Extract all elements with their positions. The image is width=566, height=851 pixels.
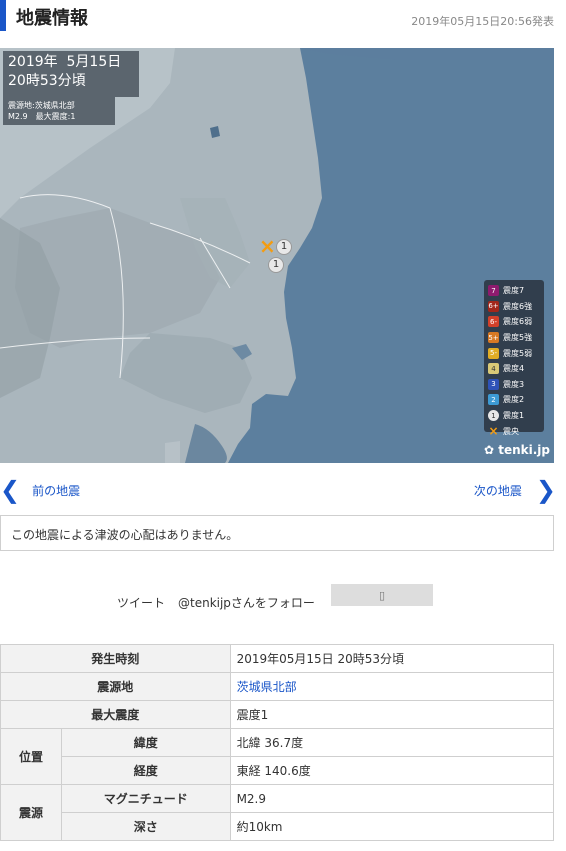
legend-item: × 震央: [488, 423, 540, 439]
longitude-value: 東経 140.6度: [229, 756, 555, 785]
legend-swatch-icon: 2: [488, 394, 499, 406]
map-magnitude-line: M2.9 最大震度:1: [8, 112, 76, 121]
legend-label: 震度5強: [503, 333, 533, 343]
epicenter-link[interactable]: 茨城県北部: [229, 672, 555, 701]
source-label: 震源: [0, 784, 62, 841]
follow-button[interactable]: @tenkijpさんをフォロー: [178, 594, 315, 611]
legend-swatch-icon: 7: [488, 285, 499, 297]
legend-label: 震度4: [503, 364, 525, 374]
latitude-value: 北緯 36.7度: [229, 728, 555, 757]
earthquake-map: 2019年 5月15日 20時53分頃 震源地:茨城県北部 M2.9 最大震度:…: [0, 48, 554, 463]
magnitude-value: M2.9: [229, 784, 555, 813]
table-row: 経度 東経 140.6度: [1, 756, 555, 785]
occurrence-time-value: 2019年05月15日 20時53分頃: [229, 644, 555, 673]
table-row: 震源 マグニチュード M2.9: [0, 784, 555, 841]
next-quake-label[interactable]: 次の地震: [474, 482, 522, 499]
tenki-logo-text: tenki.jp: [498, 443, 551, 457]
legend-label: 震度6強: [503, 301, 533, 311]
legend-swatch-icon: 3: [488, 378, 499, 390]
broken-image-icon: ▯: [378, 588, 386, 602]
table-row: 深さ 約10km: [1, 812, 555, 841]
legend-item: 4 震度4: [488, 361, 540, 377]
legend-item: 3 震度3: [488, 377, 540, 393]
latitude-label: 緯度: [60, 728, 231, 757]
tweet-button[interactable]: ツイート: [117, 594, 165, 611]
legend-item: 5- 震度5弱: [488, 345, 540, 361]
page-header: 地震情報 2019年05月15日20:56発表: [0, 0, 566, 40]
title-accent-bar: [0, 0, 6, 31]
map-date: 2019年 5月15日: [8, 54, 122, 70]
table-row: 最大震度 震度1: [0, 700, 555, 729]
legend-item: 6+ 震度6強: [488, 299, 540, 315]
legend-label: 震度7: [503, 286, 525, 296]
legend-label: 震度6弱: [503, 317, 533, 327]
legend-label: 震度3: [503, 379, 525, 389]
longitude-label: 経度: [60, 756, 231, 785]
legend-item: 2 震度2: [488, 392, 540, 408]
intensity-marker-1: 1: [276, 239, 292, 255]
table-row: 震源地 茨城県北部: [0, 672, 555, 701]
intensity-marker-2: 1: [268, 257, 284, 273]
max-intensity-value: 震度1: [229, 700, 555, 729]
legend-swatch-icon: 4: [488, 363, 499, 375]
chevron-left-icon: ❮: [0, 476, 21, 504]
depth-value: 約10km: [229, 812, 555, 841]
legend-swatch-icon: 6-: [488, 316, 499, 328]
next-quake-link[interactable]: 次の地震 ❯: [474, 478, 556, 502]
page-title: 地震情報: [16, 8, 88, 29]
legend-item: 6- 震度6弱: [488, 314, 540, 330]
position-label: 位置: [0, 728, 62, 785]
legend-item: 1 震度1: [488, 408, 540, 424]
intensity-legend: 7 震度7 6+ 震度6強 6- 震度6弱 5+ 震度5強 5- 震度5弱 4 …: [484, 280, 544, 438]
map-time: 20時53分頃: [8, 73, 86, 89]
epicenter-marker-icon: ×: [259, 234, 276, 258]
epicenter-label: 震源地: [0, 672, 231, 701]
magnitude-label: マグニチュード: [60, 784, 231, 813]
tenki-logo: ✿ tenki.jp: [484, 443, 550, 457]
legend-item: 5+ 震度5強: [488, 330, 540, 346]
legend-swatch-icon: 5+: [488, 332, 499, 344]
social-buttons: ツイート @tenkijpさんをフォロー ▯: [0, 584, 566, 611]
earthquake-details-table: 発生時刻 2019年05月15日 20時53分頃 震源地 茨城県北部 最大震度 …: [0, 644, 555, 841]
max-intensity-label: 最大震度: [0, 700, 231, 729]
legend-label: 震度5弱: [503, 348, 533, 358]
legend-label: 震度1: [503, 411, 525, 421]
chevron-right-icon: ❯: [535, 476, 556, 504]
map-sub-caption: 震源地:茨城県北部 M2.9 最大震度:1: [3, 97, 115, 125]
legend-label: 震央: [503, 426, 519, 436]
legend-item: 7 震度7: [488, 283, 540, 299]
occurrence-time-label: 発生時刻: [0, 644, 231, 673]
legend-label: 震度2: [503, 395, 525, 405]
epicenter-legend-icon: ×: [488, 424, 499, 439]
legend-swatch-icon: 1: [488, 410, 499, 422]
gear-logo-icon: ✿: [484, 443, 499, 457]
legend-swatch-icon: 6+: [488, 300, 499, 312]
social-widget-placeholder[interactable]: ▯: [331, 584, 433, 606]
prev-quake-link[interactable]: ❮ 前の地震: [0, 478, 80, 502]
published-timestamp: 2019年05月15日20:56発表: [411, 15, 554, 28]
table-row: 発生時刻 2019年05月15日 20時53分頃: [0, 644, 555, 673]
map-epicenter-line: 震源地:茨城県北部: [8, 101, 75, 110]
quake-navigation: ❮ 前の地震 次の地震 ❯: [0, 474, 566, 506]
table-row: 位置 緯度 北緯 36.7度: [0, 728, 555, 785]
legend-swatch-icon: 5-: [488, 347, 499, 359]
depth-label: 深さ: [60, 812, 231, 841]
tsunami-notice: この地震による津波の心配はありません。: [0, 515, 554, 551]
map-time-caption: 2019年 5月15日 20時53分頃: [3, 51, 139, 97]
prev-quake-label[interactable]: 前の地震: [32, 482, 80, 499]
